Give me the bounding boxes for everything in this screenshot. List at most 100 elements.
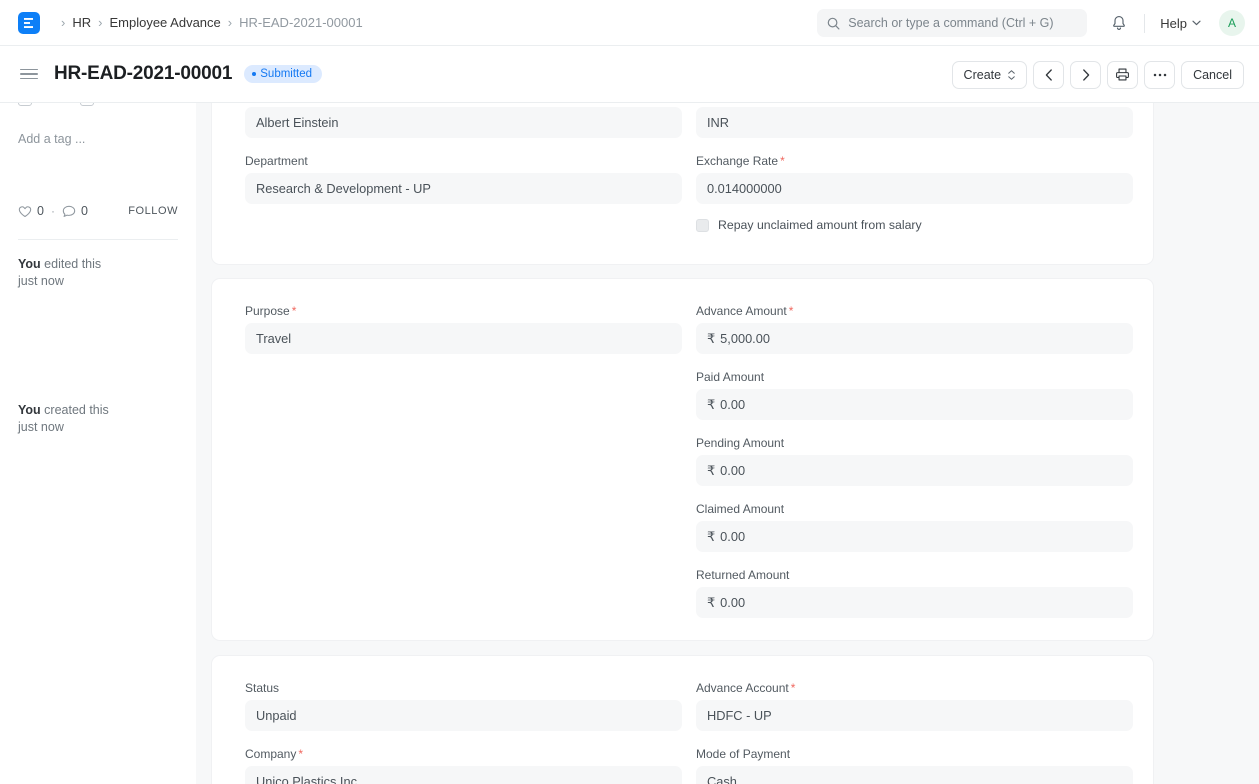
activity-time: just now [18,420,64,434]
field-claimed-amount: Claimed Amount ₹ 0.00 [696,502,1133,552]
purpose-value[interactable]: Travel [245,323,682,354]
repay-unclaimed-checkbox-row[interactable]: Repay unclaimed amount from salary [696,218,1133,232]
like-count: 0 [37,204,44,218]
claimed-amount-label: Claimed Amount [696,502,1133,516]
previous-document-button[interactable] [1033,61,1064,89]
create-button[interactable]: Create [952,61,1028,89]
paid-amount-number: 0.00 [720,397,745,412]
more-options-button[interactable] [1144,61,1175,89]
field-employee-name: Albert Einstein [245,107,682,138]
navbar-right-group: Search or type a command (Ctrl + G) Help… [817,0,1259,46]
field-department: Department Research & Development - UP [245,154,682,204]
purpose-label: Purpose* [245,304,682,318]
status-value[interactable]: Unpaid [245,700,682,731]
sidebar-toggle-icon[interactable] [20,69,38,80]
comment-icon[interactable] [62,205,76,218]
employee-name-value[interactable]: Albert Einstein [245,107,682,138]
accounting-right-column: Advance Account* HDFC - UP Mode of Payme… [696,681,1133,784]
search-placeholder: Search or type a command (Ctrl + G) [848,16,1053,30]
print-button[interactable] [1107,61,1138,89]
advance-amount-value[interactable]: ₹ 5,000.00 [696,323,1133,354]
ellipsis-icon [1153,73,1167,77]
heart-icon[interactable] [18,205,32,218]
document-actions: Create [952,46,1244,103]
repay-unclaimed-checkbox[interactable] [696,219,709,232]
paid-amount-value[interactable]: ₹ 0.00 [696,389,1133,420]
page-title: HR-EAD-2021-00001 [54,63,232,85]
field-mode-of-payment: Mode of Payment Cash [696,747,1133,784]
document-header: HR-EAD-2021-00001 Submitted Create [0,46,1259,103]
company-value[interactable]: Unico Plastics Inc [245,766,682,784]
pending-amount-value[interactable]: ₹ 0.00 [696,455,1133,486]
chevron-down-icon [1192,20,1201,26]
currency-symbol: ₹ [707,595,715,611]
field-status: Status Unpaid [245,681,682,731]
page-content: Add a tag ... 0 · 0 FOLLOW You edited th… [0,103,1259,784]
activity-item-created: You created this just now [18,402,183,436]
bell-icon [1111,15,1127,32]
sidebar-divider [18,239,178,240]
activity-actor: You [18,403,41,417]
field-returned-amount: Returned Amount ₹ 0.00 [696,568,1133,618]
details-left-column: Albert Einstein Department Research & De… [245,107,682,220]
field-paid-amount: Paid Amount ₹ 0.00 [696,370,1133,420]
form-section-details: Albert Einstein Department Research & De… [211,103,1154,265]
field-advance-account: Advance Account* HDFC - UP [696,681,1133,731]
add-tag-input[interactable]: Add a tag ... [18,132,85,146]
returned-amount-value[interactable]: ₹ 0.00 [696,587,1133,618]
details-right-column: INR Exchange Rate* 0.014000000 Repay unc… [696,107,1133,232]
claimed-amount-number: 0.00 [720,529,745,544]
department-value[interactable]: Research & Development - UP [245,173,682,204]
field-purpose: Purpose* Travel [245,304,682,354]
form-section-amounts: Purpose* Travel Advance Amount* ₹ 5,000.… [211,278,1154,641]
cancel-button[interactable]: Cancel [1181,61,1244,89]
currency-value[interactable]: INR [696,107,1133,138]
accounting-left-column: Status Unpaid Company* Unico Plastics In… [245,681,682,784]
activity-time: just now [18,274,64,288]
advance-account-value[interactable]: HDFC - UP [696,700,1133,731]
amounts-left-column: Purpose* Travel [245,304,682,370]
chevron-right-icon [1082,69,1090,81]
breadcrumb-separator-icon: › [98,16,102,29]
breadcrumb: › HR › Employee Advance › HR-EAD-2021-00… [54,15,363,30]
updown-chevron-icon [1008,70,1015,80]
form-area: Albert Einstein Department Research & De… [196,103,1259,784]
social-actions: 0 · 0 FOLLOW [18,204,178,218]
paid-amount-label: Paid Amount [696,370,1133,384]
breadcrumb-item-current: HR-EAD-2021-00001 [239,15,363,30]
status-badge-label: Submitted [260,68,312,80]
advance-account-label-text: Advance Account [696,681,789,695]
exchange-rate-label: Exchange Rate* [696,154,1133,168]
status-label: Status [245,681,682,695]
claimed-amount-value[interactable]: ₹ 0.00 [696,521,1133,552]
exchange-rate-label-text: Exchange Rate [696,154,778,168]
pending-amount-number: 0.00 [720,463,745,478]
required-asterisk: * [780,154,785,168]
mode-of-payment-value[interactable]: Cash [696,766,1133,784]
status-badge: Submitted [244,65,322,83]
currency-symbol: ₹ [707,463,715,479]
returned-amount-number: 0.00 [720,595,745,610]
breadcrumb-item-hr[interactable]: HR [72,15,91,30]
document-sidebar: Add a tag ... 0 · 0 FOLLOW You edited th… [0,103,196,784]
breadcrumb-separator-icon: › [61,16,65,29]
mode-of-payment-label: Mode of Payment [696,747,1133,761]
repay-unclaimed-label: Repay unclaimed amount from salary [718,218,922,232]
search-input[interactable]: Search or type a command (Ctrl + G) [817,9,1087,37]
help-menu[interactable]: Help [1154,16,1207,31]
field-advance-amount: Advance Amount* ₹ 5,000.00 [696,304,1133,354]
breadcrumb-item-employee-advance[interactable]: Employee Advance [109,15,220,30]
avatar[interactable]: A [1219,10,1245,36]
breadcrumb-separator-icon: › [228,16,232,29]
currency-symbol: ₹ [707,331,715,347]
follow-button[interactable]: FOLLOW [128,205,178,217]
top-navbar: › HR › Employee Advance › HR-EAD-2021-00… [0,0,1259,46]
advance-account-label: Advance Account* [696,681,1133,695]
printer-icon [1115,67,1130,82]
notifications-button[interactable] [1103,15,1135,32]
app-logo-icon[interactable] [18,12,40,34]
amounts-right-column: Advance Amount* ₹ 5,000.00 Paid Amount ₹… [696,304,1133,634]
next-document-button[interactable] [1070,61,1101,89]
search-icon [827,17,840,30]
exchange-rate-value[interactable]: 0.014000000 [696,173,1133,204]
